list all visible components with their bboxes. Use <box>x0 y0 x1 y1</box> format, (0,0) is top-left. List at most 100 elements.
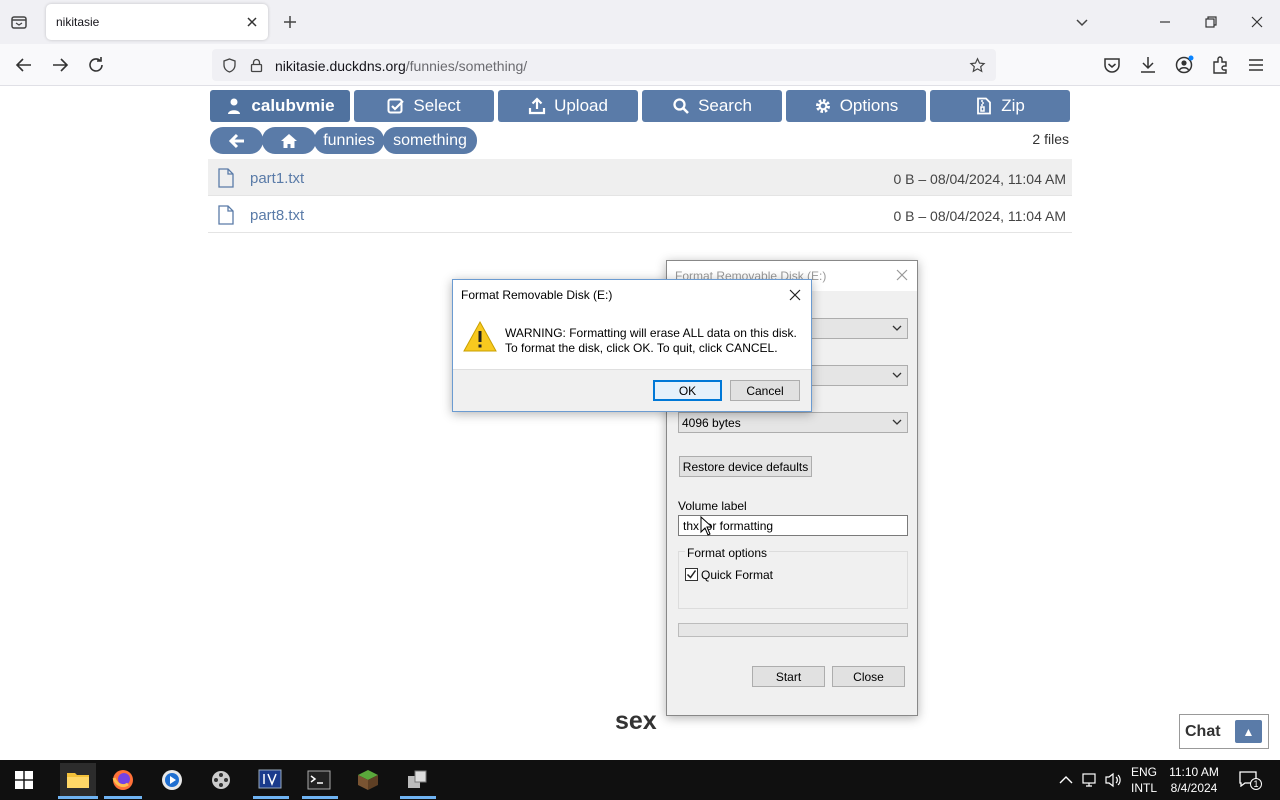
network-icon[interactable] <box>1082 772 1100 788</box>
tab-list-icon[interactable] <box>8 11 30 33</box>
speaker-icon[interactable] <box>1104 772 1124 788</box>
taskbar-file-explorer[interactable] <box>60 763 96 797</box>
tracking-shield-icon[interactable] <box>221 57 238 74</box>
volume-label-caption: Volume label <box>678 499 747 513</box>
notification-count-badge: 1 <box>1250 778 1262 790</box>
keyboard-layout: INTL <box>1130 781 1157 795</box>
close-icon[interactable] <box>895 268 909 282</box>
user-button[interactable]: calubvmie <box>210 90 350 122</box>
reload-icon[interactable] <box>85 54 107 76</box>
grass-block-icon <box>358 770 378 790</box>
options-button[interactable]: Options <box>786 90 926 122</box>
breadcrumb-item[interactable]: funnies <box>314 127 384 154</box>
taskbar-minecraft[interactable] <box>354 766 382 794</box>
volume-label-input[interactable]: thx for formatting <box>678 515 908 536</box>
start-button[interactable] <box>10 766 38 794</box>
close-button[interactable]: Close <box>832 666 905 687</box>
restore-defaults-button[interactable]: Restore device defaults <box>679 456 812 477</box>
file-row[interactable]: part8.txt 0 B – 08/04/2024, 11:04 AM <box>208 196 1072 233</box>
menu-hamburger-icon[interactable] <box>1245 54 1267 76</box>
close-icon[interactable] <box>788 288 802 302</box>
clock-time: 11:10 AM <box>1169 765 1219 779</box>
ok-button[interactable]: OK <box>653 380 722 401</box>
language-code: ENG <box>1130 765 1157 779</box>
browser-tab[interactable]: nikitasie <box>46 4 268 40</box>
lock-icon[interactable] <box>248 57 265 74</box>
checkbox-icon <box>387 98 405 114</box>
windows-logo-icon <box>15 771 33 789</box>
breadcrumb-item[interactable]: something <box>383 127 477 154</box>
user-icon <box>228 98 241 114</box>
server-icon <box>408 770 427 788</box>
language-indicator[interactable]: ENG INTL <box>1128 764 1160 796</box>
breadcrumb-back[interactable] <box>210 127 263 154</box>
running-app-indicator <box>400 796 436 799</box>
warning-dialog-footer: OK Cancel <box>453 369 811 411</box>
monitor-app-icon <box>258 769 282 789</box>
file-meta: 0 B – 08/04/2024, 11:04 AM <box>893 171 1066 187</box>
taskbar-app-blue[interactable] <box>256 766 284 794</box>
back-arrow-icon <box>228 133 244 148</box>
account-icon[interactable] <box>1173 54 1195 76</box>
tab-title: nikitasie <box>56 15 100 29</box>
notification-center-button[interactable]: 1 <box>1239 771 1262 791</box>
url-text[interactable]: nikitasie.duckdns.org/funnies/something/ <box>275 58 527 74</box>
format-options-caption: Format options <box>685 546 770 560</box>
address-bar[interactable]: nikitasie.duckdns.org/funnies/something/ <box>212 49 996 81</box>
back-arrow-icon[interactable] <box>13 54 35 76</box>
warning-icon <box>463 320 497 352</box>
downloads-icon[interactable] <box>1137 54 1159 76</box>
select-button[interactable]: Select <box>354 90 494 122</box>
taskbar-network-app[interactable] <box>403 766 431 794</box>
quick-format-label[interactable]: Quick Format <box>701 568 773 582</box>
taskbar-terminal[interactable] <box>305 766 333 794</box>
file-meta: 0 B – 08/04/2024, 11:04 AM <box>893 208 1066 224</box>
film-reel-icon <box>212 771 230 789</box>
zip-button[interactable]: Zip <box>930 90 1070 122</box>
taskbar-video-editor[interactable] <box>207 766 235 794</box>
start-button[interactable]: Start <box>752 666 825 687</box>
quick-format-checkbox[interactable] <box>685 568 698 581</box>
taskbar-media-player[interactable] <box>158 766 186 794</box>
chevron-down-icon <box>892 419 902 425</box>
new-tab-icon[interactable] <box>281 13 299 31</box>
clock-date: 8/4/2024 <box>1170 781 1218 795</box>
url-path: /funnies/something/ <box>405 58 528 74</box>
allocation-size-select[interactable]: 4096 bytes <box>678 412 908 433</box>
taskbar-firefox[interactable] <box>109 766 137 794</box>
extensions-icon[interactable] <box>1209 54 1231 76</box>
tab-overflow-chevron-icon[interactable] <box>1073 13 1091 31</box>
minimize-icon[interactable] <box>1156 13 1174 31</box>
file-name[interactable]: part1.txt <box>250 170 304 187</box>
file-name[interactable]: part8.txt <box>250 207 304 224</box>
chevron-down-icon <box>892 372 902 378</box>
clock[interactable]: 11:10 AM 8/4/2024 <box>1164 764 1224 796</box>
cancel-button[interactable]: Cancel <box>730 380 800 401</box>
select-button-label: Select <box>413 96 461 115</box>
firefox-icon <box>112 770 133 790</box>
options-button-label: Options <box>839 96 899 115</box>
warning-message: WARNING: Formatting will erase ALL data … <box>505 326 797 356</box>
tab-close-icon[interactable] <box>244 14 260 30</box>
bookmark-star-icon[interactable] <box>969 57 986 74</box>
breadcrumb-home[interactable] <box>262 127 316 154</box>
file-icon <box>218 168 234 188</box>
forward-arrow-icon[interactable] <box>49 54 71 76</box>
zip-button-label: Zip <box>1001 96 1025 115</box>
format-progress-bar <box>678 623 908 637</box>
upload-icon <box>528 97 546 115</box>
media-player-icon <box>162 770 182 790</box>
chat-button[interactable]: Chat ▲ <box>1179 714 1269 749</box>
file-row[interactable]: part1.txt 0 B – 08/04/2024, 11:04 AM <box>208 159 1072 196</box>
search-button[interactable]: Search <box>642 90 782 122</box>
terminal-icon <box>307 770 331 790</box>
close-window-icon[interactable] <box>1248 13 1266 31</box>
running-app-indicator <box>253 796 289 799</box>
upload-button[interactable]: Upload <box>498 90 638 122</box>
chevron-up-icon[interactable] <box>1058 773 1074 787</box>
allocation-size-value: 4096 bytes <box>682 416 741 430</box>
pocket-icon[interactable] <box>1101 54 1123 76</box>
format-warning-dialog: Format Removable Disk (E:) WARNING: Form… <box>452 279 812 412</box>
restore-window-icon[interactable] <box>1202 13 1220 31</box>
browser-tab-bar: nikitasie <box>0 0 1280 44</box>
